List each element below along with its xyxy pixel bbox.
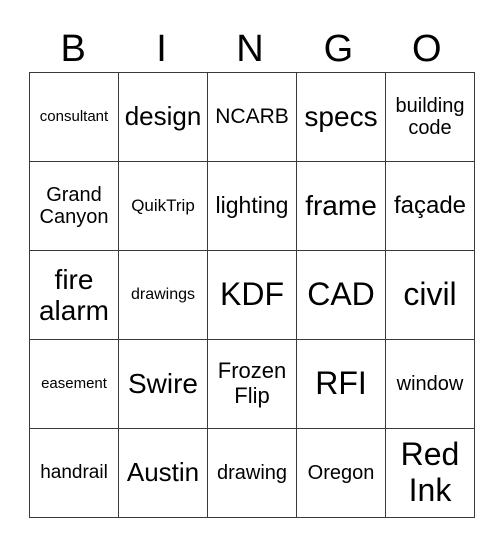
bingo-cell[interactable]: window bbox=[385, 339, 475, 429]
bingo-row: fire alarm drawings KDF CAD civil bbox=[29, 250, 475, 340]
bingo-cell[interactable]: fire alarm bbox=[29, 250, 119, 340]
bingo-row: Grand Canyon QuikTrip lighting frame façade bbox=[29, 161, 475, 251]
bingo-cell[interactable]: handrail bbox=[29, 428, 119, 518]
header-letter: G bbox=[323, 28, 354, 70]
header-letter: O bbox=[411, 28, 442, 70]
bingo-cell[interactable]: specs bbox=[296, 72, 386, 162]
header-letter: I bbox=[156, 28, 167, 70]
bingo-cell[interactable]: easement bbox=[29, 339, 119, 429]
bingo-cell[interactable]: Swire bbox=[118, 339, 208, 429]
bingo-cell[interactable]: CAD bbox=[296, 250, 386, 340]
bingo-cell[interactable]: building code bbox=[385, 72, 475, 162]
bingo-cell[interactable]: civil bbox=[385, 250, 475, 340]
bingo-cell[interactable]: NCARB bbox=[207, 72, 297, 162]
bingo-row: consultant design NCARB specs building code bbox=[29, 72, 475, 162]
bingo-header: B I N G O bbox=[29, 26, 471, 72]
bingo-cell[interactable]: drawings bbox=[118, 250, 208, 340]
bingo-cell[interactable]: lighting bbox=[207, 161, 297, 251]
bingo-cell[interactable]: consultant bbox=[29, 72, 119, 162]
bingo-cell[interactable]: RFI bbox=[296, 339, 386, 429]
header-letter: B bbox=[60, 28, 86, 70]
bingo-card: consultant design NCARB specs building code G… bbox=[29, 72, 475, 518]
bingo-cell[interactable]: design bbox=[118, 72, 208, 162]
bingo-cell[interactable]: Frozen Flip bbox=[207, 339, 297, 429]
bingo-cell[interactable]: frame bbox=[296, 161, 386, 251]
bingo-cell[interactable]: drawing bbox=[207, 428, 297, 518]
bingo-cell[interactable]: KDF bbox=[207, 250, 297, 340]
bingo-cell[interactable]: QuikTrip bbox=[118, 161, 208, 251]
bingo-cell[interactable]: façade bbox=[385, 161, 475, 251]
bingo-row: handrail Austin drawing Oregon Red Ink bbox=[29, 428, 475, 518]
header-letter: N bbox=[236, 28, 264, 70]
bingo-row: easement Swire Frozen Flip RFI window bbox=[29, 339, 475, 429]
bingo-cell[interactable]: Oregon bbox=[296, 428, 386, 518]
bingo-cell[interactable]: Red Ink bbox=[385, 428, 475, 518]
bingo-cell[interactable]: Grand Canyon bbox=[29, 161, 119, 251]
bingo-cell[interactable]: Austin bbox=[118, 428, 208, 518]
